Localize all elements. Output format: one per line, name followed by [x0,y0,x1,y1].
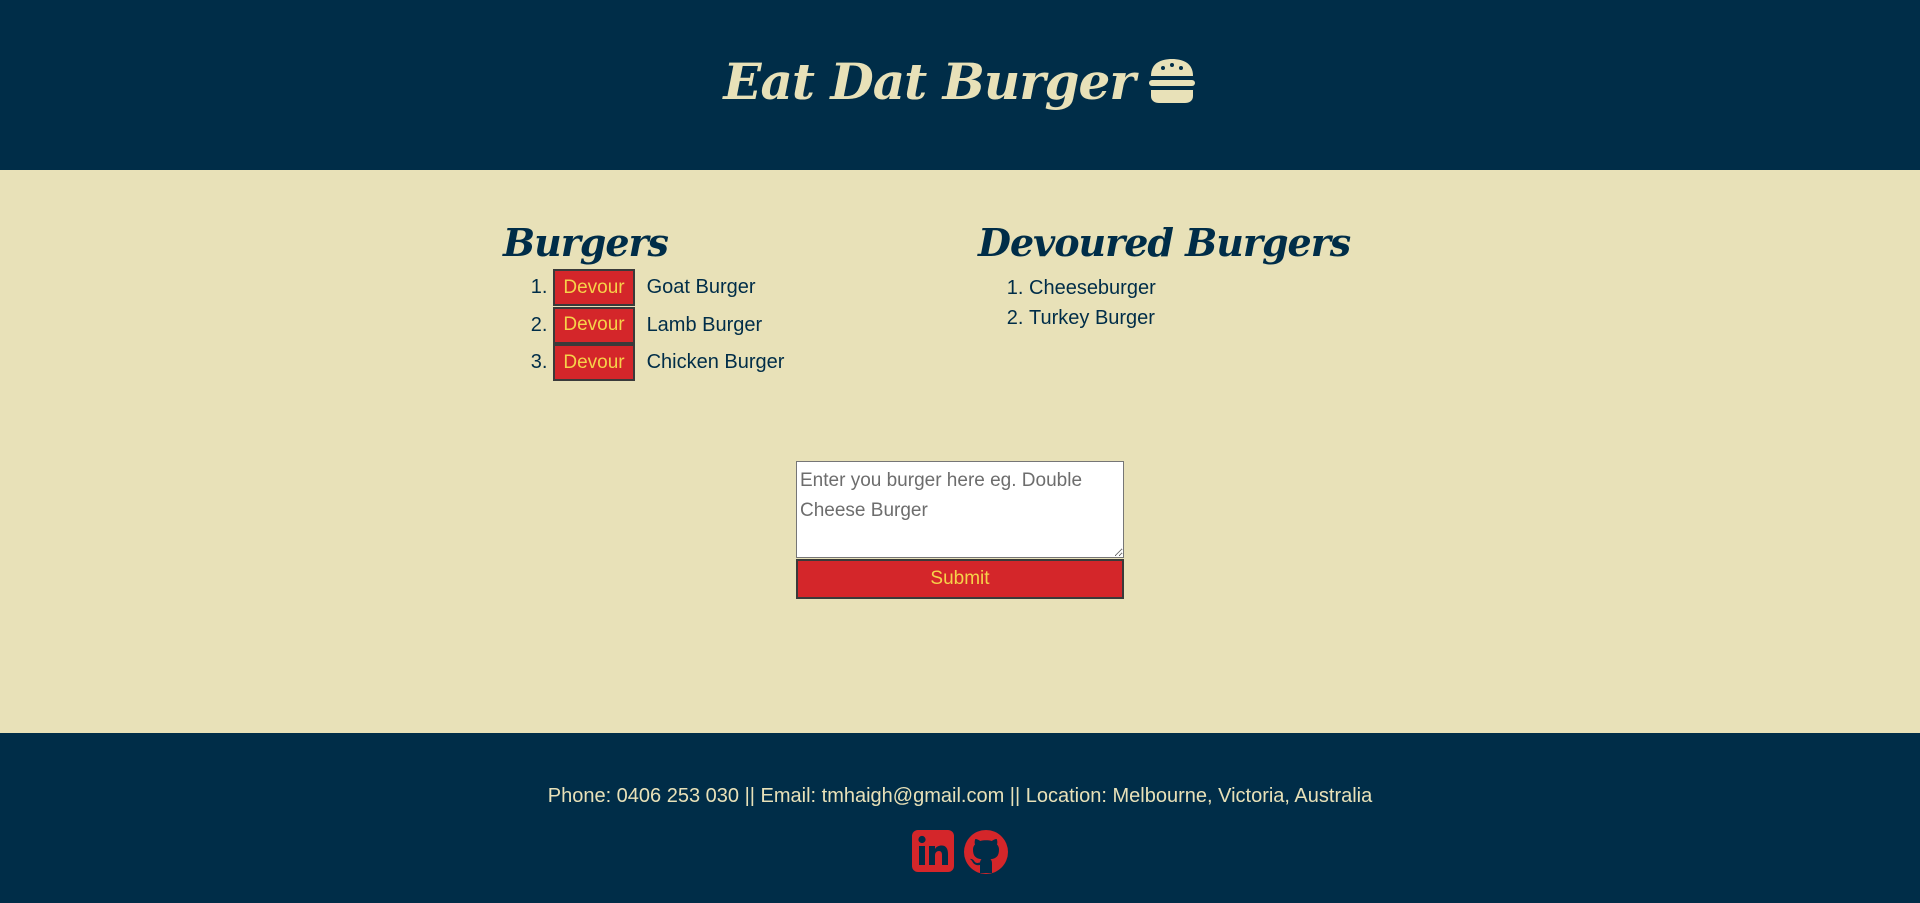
devoured-list: Cheeseburger Turkey Burger [978,273,1350,333]
devour-button[interactable]: Devour [553,306,635,344]
burger-item: Devour Goat Burger [553,269,784,307]
devour-button[interactable]: Devour [553,269,635,307]
devoured-heading: Devoured Burgers [978,220,1351,265]
contact-info: Phone: 0406 253 030 || Email: tmhaigh@gm… [547,785,1373,807]
site-header: Eat Dat Burger [0,0,1920,170]
submit-button[interactable]: Submit [796,559,1124,599]
devoured-item: Turkey Burger [1029,303,1350,333]
site-title-text: Eat Dat Burger [723,51,1135,111]
burger-name: Chicken Burger [646,351,785,373]
github-icon[interactable] [964,830,1008,874]
burger-input[interactable] [796,461,1124,558]
devoured-section: Devoured Burgers Cheeseburger Turkey Bur… [978,220,1351,333]
burger-name: Goat Burger [646,276,756,298]
main-content: Burgers Devour Goat Burger Devour Lamb B… [0,170,1920,733]
devoured-item: Cheeseburger [1029,273,1350,303]
devour-button[interactable]: Devour [553,344,635,382]
burgers-section: Burgers Devour Goat Burger Devour Lamb B… [503,220,784,382]
linkedin-icon[interactable] [912,830,954,874]
burgers-heading: Burgers [503,220,669,265]
burger-item: Devour Chicken Burger [553,344,784,382]
burgers-list: Devour Goat Burger Devour Lamb Burger De… [503,269,784,382]
hamburger-icon [1147,58,1197,104]
burger-name: Lamb Burger [646,313,763,336]
social-links [0,830,1920,874]
site-footer: Phone: 0406 253 030 || Email: tmhaigh@gm… [0,733,1920,903]
burger-item: Devour Lamb Burger [553,306,784,345]
add-burger-form: Submit [796,461,1124,599]
site-title: Eat Dat Burger [723,52,1196,111]
